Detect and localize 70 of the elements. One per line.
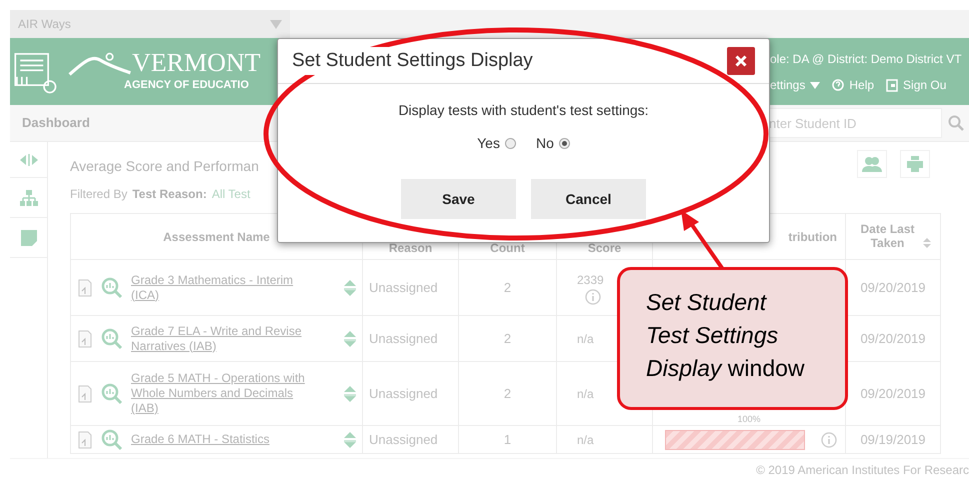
logo-title: VERMONT	[132, 49, 261, 78]
radio-option[interactable]: Yes	[477, 133, 516, 154]
dialog-prompt: Display tests with student's test settings:	[398, 101, 649, 120]
table-cell: Unassigned	[362, 260, 458, 316]
table-cell: Unassigned	[362, 316, 458, 362]
column-header[interactable]: Score	[588, 241, 622, 255]
document-icon[interactable]	[77, 278, 93, 296]
table-cell: 2	[458, 316, 556, 362]
logo-subtitle: AGENCY OF EDUCATIO	[124, 78, 250, 94]
note-icon[interactable]	[20, 230, 36, 246]
caret-icon	[810, 82, 820, 88]
radio-option[interactable]: No	[536, 133, 570, 154]
print-button[interactable]	[900, 150, 930, 178]
filter-name: Test Reason:	[132, 186, 207, 203]
table-cell: Unassigned	[362, 362, 458, 426]
table-cell: Unassigned	[362, 426, 458, 454]
score-value: 2339	[577, 272, 604, 288]
mountain-icon	[68, 51, 132, 78]
printer-icon	[907, 156, 923, 172]
header-link[interactable]: Help	[832, 76, 874, 94]
close-icon	[735, 55, 747, 67]
header-link[interactable]: Sign Ou	[886, 76, 946, 94]
sort-arrows-icon[interactable]	[344, 280, 356, 296]
distribution-label: 100%	[737, 414, 761, 424]
expand-arrows-icon[interactable]	[20, 154, 38, 166]
magnifier-chart-icon[interactable]	[101, 276, 123, 298]
score-value: n/a	[577, 330, 594, 348]
document-icon[interactable]	[77, 430, 93, 448]
table-cell: 1	[458, 426, 556, 454]
filter-label: Filtered By	[70, 186, 128, 203]
help-icon	[832, 79, 844, 91]
dropdown-arrow-icon	[270, 20, 282, 28]
sort-arrows-icon[interactable]	[344, 432, 356, 448]
page-title: Dashboard	[22, 114, 90, 132]
column-header[interactable]: Reason	[388, 241, 432, 255]
close-button[interactable]	[727, 47, 755, 75]
info-icon[interactable]	[585, 288, 601, 304]
table-cell: 2	[458, 260, 556, 316]
score-value: n/a	[577, 386, 594, 402]
hierarchy-icon[interactable]	[20, 190, 38, 206]
score-value: n/a	[577, 432, 594, 448]
document-icon[interactable]	[77, 384, 93, 402]
callout-text: Set Student Test Settings Display window	[646, 288, 806, 383]
sort-arrows-icon[interactable]	[344, 330, 356, 346]
document-icon[interactable]	[77, 330, 93, 348]
group-button[interactable]	[857, 150, 887, 178]
copyright-text: © 2019 American Institutes For Researc	[756, 462, 969, 478]
magnifier-chart-icon[interactable]	[101, 328, 123, 350]
dialog-title: Set Student Settings Display	[292, 46, 533, 76]
search-icon[interactable]	[948, 115, 964, 131]
user-role: ole: DA @ District: Demo District VT	[770, 51, 962, 68]
radio-button[interactable]	[558, 138, 570, 149]
magnifier-chart-icon[interactable]	[101, 382, 123, 404]
sign-out-icon	[886, 78, 898, 92]
magnifier-chart-icon[interactable]	[101, 428, 123, 450]
dialog-button[interactable]: Cancel	[531, 179, 646, 219]
filter-value: All Test	[212, 186, 250, 203]
column-header[interactable]: tribution	[788, 230, 837, 244]
people-icon	[862, 156, 882, 172]
dialog-button[interactable]: Save	[401, 179, 516, 219]
report-title: Average Score and Performan	[70, 157, 259, 176]
column-header[interactable]: Assessment Name	[163, 230, 270, 244]
info-icon[interactable]	[821, 432, 837, 448]
sort-icon[interactable]	[922, 238, 930, 248]
sort-arrows-icon[interactable]	[344, 386, 356, 402]
table-cell: 2	[458, 362, 556, 426]
header-link[interactable]: ettings	[770, 76, 820, 94]
column-header[interactable]: Count	[490, 241, 525, 255]
radio-button[interactable]	[504, 138, 516, 149]
table-cell: 09/19/2019	[846, 426, 940, 454]
